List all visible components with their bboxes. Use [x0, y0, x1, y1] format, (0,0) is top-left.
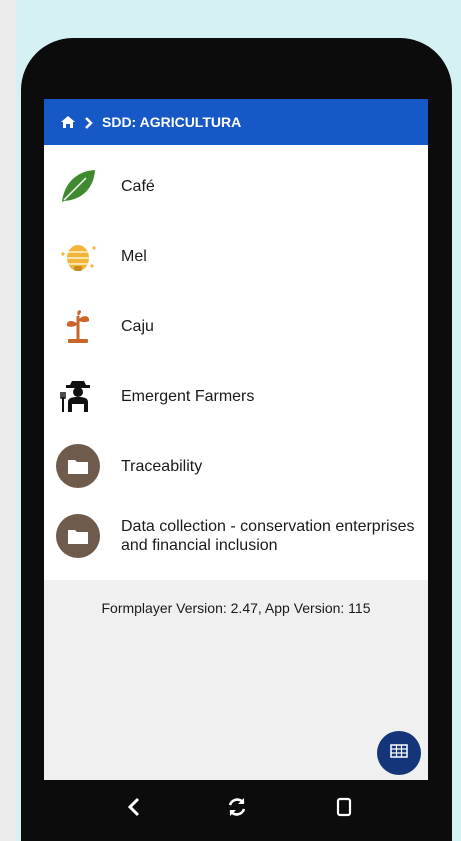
grid-view-button[interactable]: [377, 731, 421, 775]
menu-item-label: Caju: [121, 317, 154, 335]
menu-item-mel[interactable]: Mel: [44, 221, 428, 291]
menu-list: Café Mel Caju Emergent Farmers Traceabil…: [44, 145, 428, 580]
menu-item-label: Data collection - conservation enterpris…: [121, 518, 415, 554]
chevron-right-icon: [84, 116, 94, 129]
app-screen: SDD: AGRICULTURA Café Mel Caju Emergent …: [44, 99, 428, 780]
menu-item-label: Emergent Farmers: [121, 387, 255, 405]
menu-item-label: Café: [121, 177, 155, 195]
folder-icon: [56, 514, 100, 558]
recent-apps-button[interactable]: [329, 794, 359, 824]
beehive-icon: [56, 234, 100, 278]
sprout-icon: [56, 304, 100, 348]
refresh-button[interactable]: [222, 794, 252, 824]
leaf-icon: [56, 164, 100, 208]
back-button[interactable]: [119, 794, 149, 824]
menu-item-data-collection[interactable]: Data collection - conservation enterpris…: [44, 501, 428, 571]
breadcrumb-bar: SDD: AGRICULTURA: [44, 99, 428, 145]
android-navbar: [44, 780, 428, 841]
menu-item-traceability[interactable]: Traceability: [44, 431, 428, 501]
back-icon: [126, 797, 142, 822]
folder-icon: [56, 444, 100, 488]
breadcrumb-label[interactable]: SDD: AGRICULTURA: [102, 114, 241, 130]
menu-item-label: Mel: [121, 247, 147, 265]
grid-icon: [390, 743, 408, 763]
menu-item-cafe[interactable]: Café: [44, 151, 428, 221]
footer: Formplayer Version: 2.47, App Version: 1…: [44, 580, 428, 780]
farmer-icon: [56, 374, 100, 418]
menu-item-label: Traceability: [121, 457, 203, 475]
home-icon[interactable]: [60, 115, 76, 129]
menu-item-emergent-farmers[interactable]: Emergent Farmers: [44, 361, 428, 431]
menu-item-caju[interactable]: Caju: [44, 291, 428, 361]
square-icon: [336, 797, 352, 822]
refresh-icon: [226, 796, 248, 823]
version-text: Formplayer Version: 2.47, App Version: 1…: [101, 600, 371, 616]
